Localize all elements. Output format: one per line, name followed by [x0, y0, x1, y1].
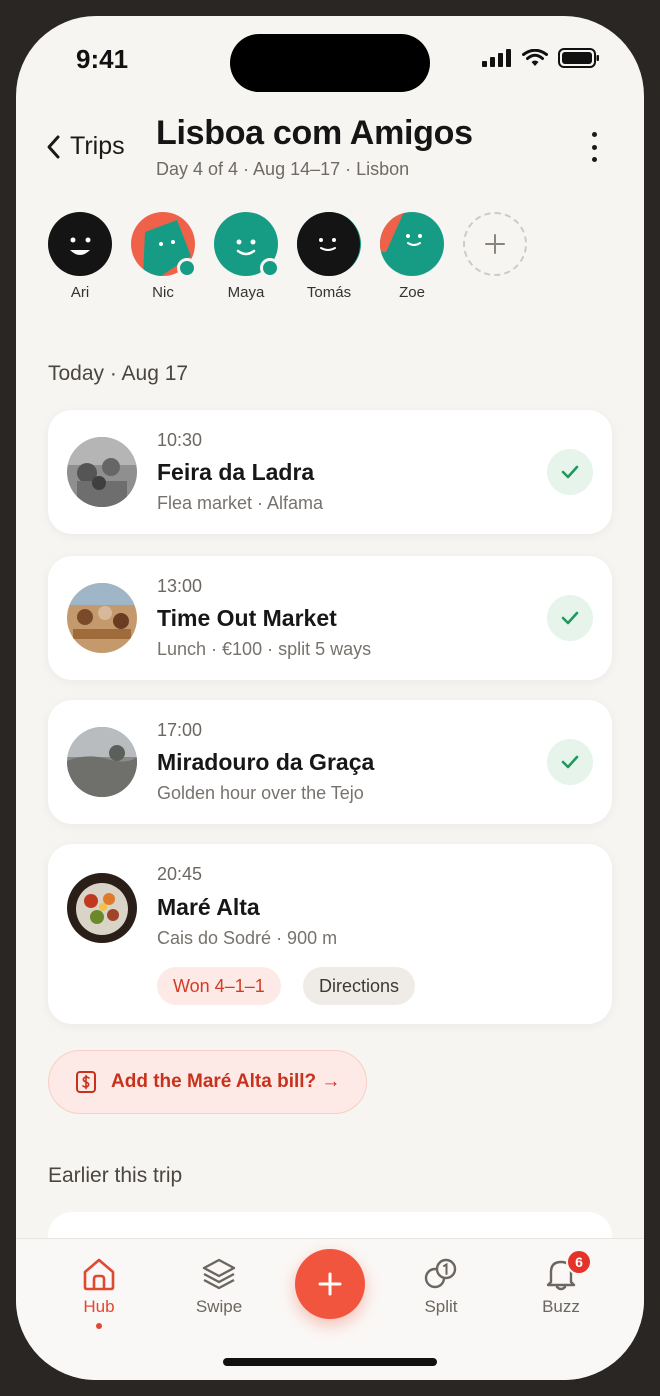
member-ari[interactable]: Ari	[48, 212, 112, 301]
place-photo	[67, 437, 137, 507]
event-subtitle: Flea market · Alfama	[157, 493, 324, 513]
event-subtitle: Golden hour over the Tejo	[157, 783, 364, 803]
itinerary-card[interactable]: 13:00 Time Out Market Lunch · €100 · spl…	[48, 556, 612, 680]
plus-icon	[485, 234, 505, 254]
member-name: Maya	[227, 284, 265, 301]
vote-result-badge[interactable]: Won 4–1–1	[157, 967, 281, 1005]
avatar	[131, 212, 197, 278]
place-photo	[67, 727, 137, 797]
back-label: Trips	[70, 132, 125, 160]
trip-subtitle: Day 4 of 4 · Aug 14–17 · Lisbon	[156, 159, 410, 179]
receipt-dollar-icon	[76, 1071, 96, 1093]
active-dot	[96, 1323, 102, 1329]
member-name: Tomás	[306, 284, 352, 301]
coins-icon	[424, 1258, 457, 1289]
notification-badge: 6	[566, 1249, 592, 1275]
more-dot-icon	[591, 132, 597, 137]
event-subtitle: Lunch · €100 · split 5 ways	[157, 639, 372, 659]
tab-swipe[interactable]: Swipe	[174, 1257, 264, 1317]
event-title: Feira da Ladra	[157, 459, 315, 485]
event-title: Miradouro da Graça	[157, 749, 375, 775]
home-indicator	[223, 1358, 437, 1366]
check-icon	[561, 465, 579, 479]
avatar	[380, 212, 444, 276]
member-name: Nic	[152, 284, 174, 301]
check-icon	[561, 611, 579, 625]
status-time: 9:41	[76, 44, 129, 74]
online-indicator	[260, 258, 280, 278]
member-zoe[interactable]: Zoe	[380, 212, 444, 301]
more-options-button[interactable]	[582, 132, 606, 162]
more-dot-icon	[591, 144, 597, 150]
home-icon	[83, 1258, 115, 1291]
member-tomas[interactable]: Tomás	[297, 212, 361, 301]
plus-icon	[318, 1272, 342, 1296]
event-time: 10:30	[157, 430, 203, 450]
event-time: 17:00	[157, 720, 203, 740]
member-name: Ari	[70, 284, 90, 301]
add-member-circle[interactable]	[463, 212, 527, 276]
avatar	[297, 212, 361, 276]
place-photo	[67, 873, 137, 943]
earlier-heading: Earlier this trip	[48, 1164, 183, 1187]
tab-label: Swipe	[195, 1297, 243, 1316]
done-check-button[interactable]	[547, 595, 593, 641]
chevron-left-icon	[47, 135, 60, 158]
itinerary-card-upcoming[interactable]: 20:45 Maré Alta Cais do Sodré · 900 m Wo…	[48, 844, 612, 1024]
wifi-icon	[522, 49, 548, 66]
status-icons	[482, 48, 600, 68]
event-title: Maré Alta	[157, 894, 260, 920]
member-nic[interactable]: Nic	[131, 212, 197, 301]
member-list: Ari Nic Maya Tomás Zoe	[48, 212, 527, 301]
done-check-button[interactable]	[547, 449, 593, 495]
add-bill-label: Add the Maré Alta bill? →	[111, 1071, 341, 1092]
tab-hub[interactable]: Hub	[54, 1257, 144, 1329]
itinerary-card[interactable]: 17:00 Miradouro da Graça Golden hour ove…	[48, 700, 612, 824]
place-photo	[67, 583, 137, 653]
member-name: Zoe	[399, 284, 425, 301]
add-fab-button[interactable]	[295, 1249, 365, 1319]
back-button[interactable]: Trips	[46, 132, 125, 161]
avatar	[214, 212, 280, 278]
tab-split[interactable]: Split	[396, 1257, 486, 1317]
add-member-button[interactable]	[463, 212, 527, 301]
today-heading: Today · Aug 17	[48, 362, 189, 385]
event-time: 20:45	[157, 864, 203, 884]
member-maya[interactable]: Maya	[214, 212, 280, 301]
tab-label: Split	[424, 1297, 458, 1316]
event-title: Time Out Market	[157, 605, 337, 631]
dynamic-island	[230, 34, 430, 92]
tab-buzz[interactable]: 6 Buzz	[516, 1249, 606, 1317]
signal-icon	[482, 49, 511, 67]
app-screen: 9:41 Trips Lisboa com Amigos Day 4 of 4 …	[16, 16, 644, 1380]
online-indicator	[177, 258, 197, 278]
check-icon	[561, 755, 579, 769]
layers-icon	[202, 1258, 236, 1290]
directions-button[interactable]: Directions	[303, 967, 416, 1005]
add-bill-button[interactable]: Add the Maré Alta bill? →	[48, 1050, 368, 1114]
done-check-button[interactable]	[547, 739, 593, 785]
avatar	[48, 212, 112, 276]
battery-icon	[558, 48, 599, 68]
event-subtitle: Cais do Sodré · 900 m	[157, 928, 338, 948]
event-time: 13:00	[157, 576, 203, 596]
itinerary-card[interactable]: 10:30 Feira da Ladra Flea market · Alfam…	[48, 410, 612, 534]
tab-label: Buzz	[542, 1297, 580, 1316]
phone-frame: 9:41 Trips Lisboa com Amigos Day 4 of 4 …	[0, 0, 660, 1396]
tab-label: Hub	[83, 1297, 115, 1316]
page-title: Lisboa com Amigos	[156, 114, 473, 152]
more-dot-icon	[591, 157, 597, 162]
